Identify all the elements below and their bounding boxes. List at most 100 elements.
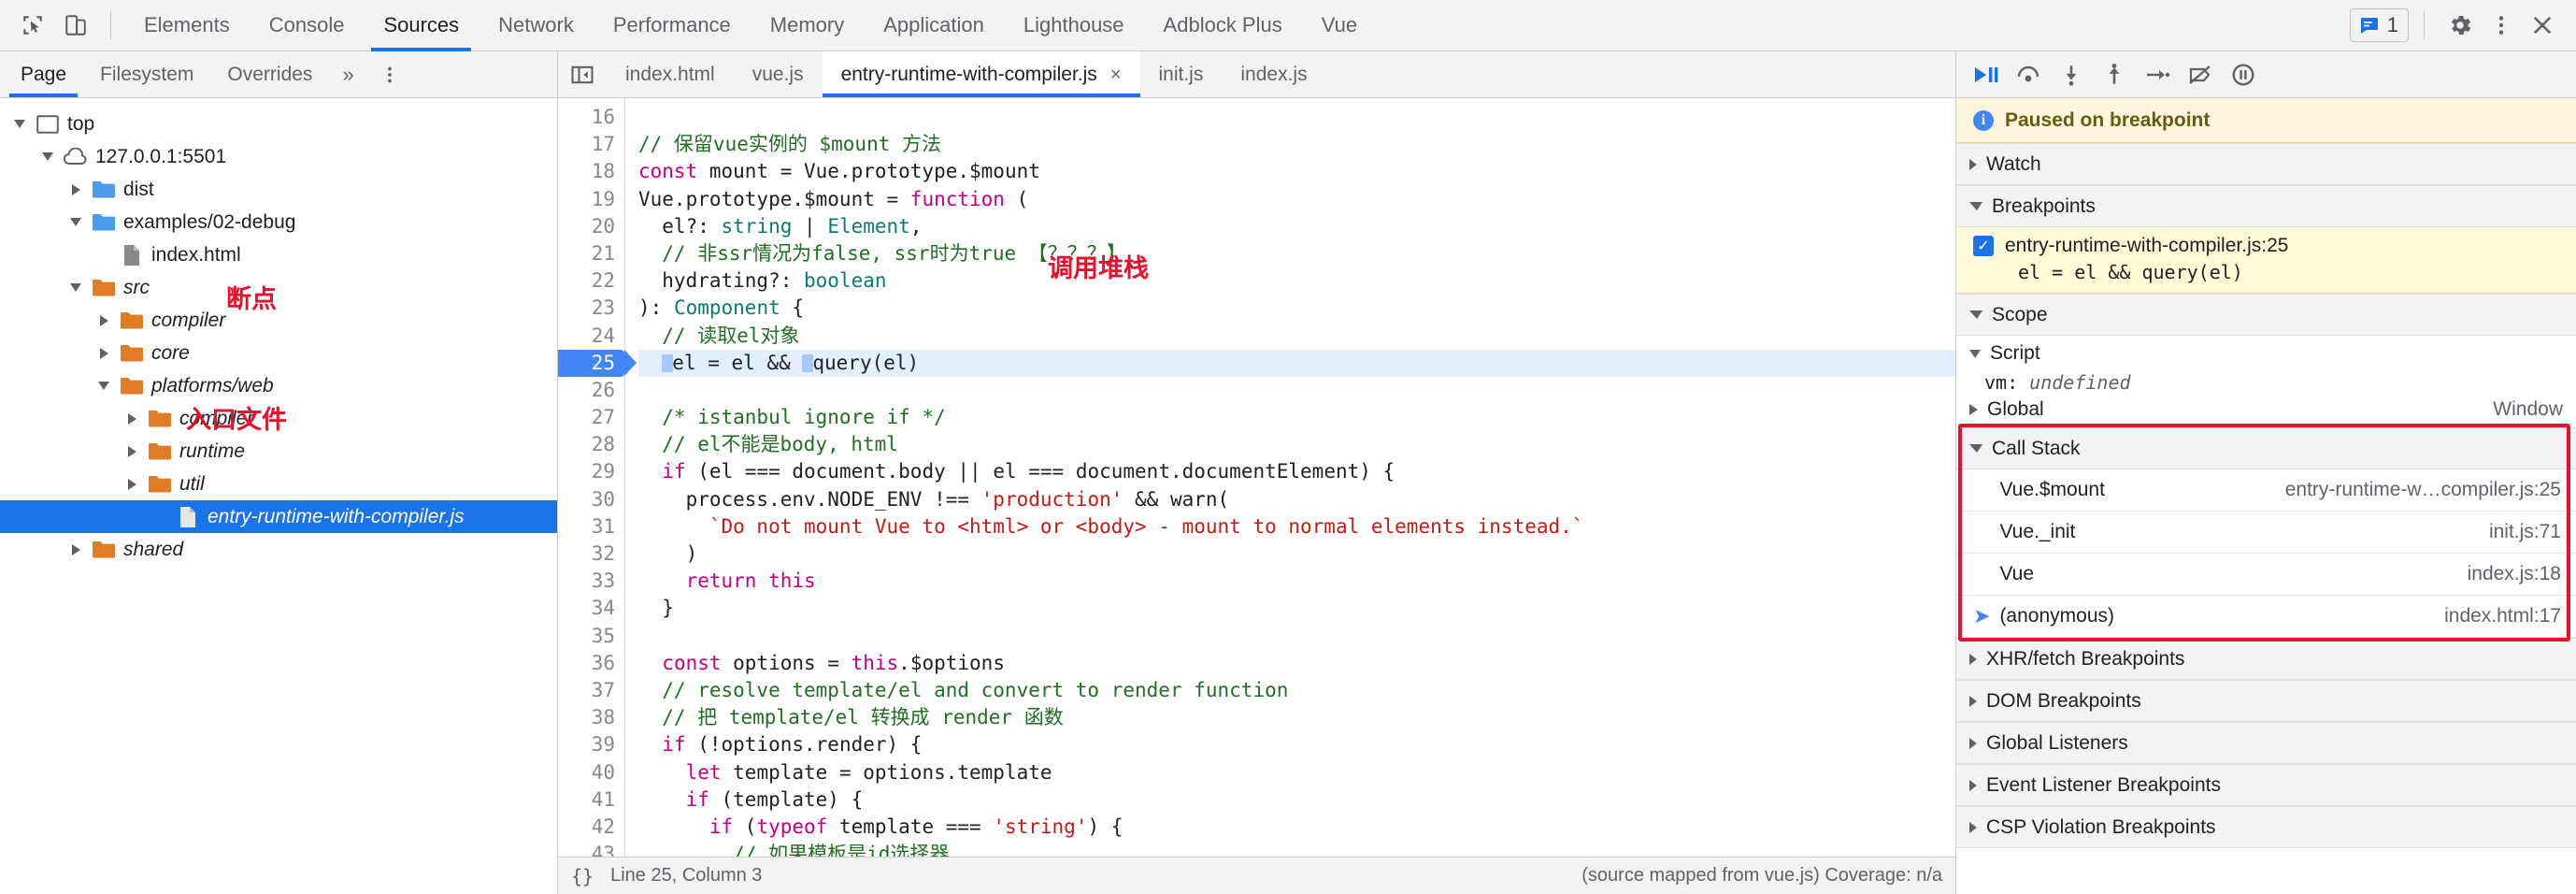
code-line[interactable]: if (typeof template === 'string') { <box>638 814 1955 841</box>
code-line[interactable]: const options = this.$options <box>638 650 1955 677</box>
line-number-gutter[interactable]: 16 17 18 19 20 21 22 23 24 25 26 27 28 29 30 31 32 33 34 35… <box>558 98 637 857</box>
call-stack-frame[interactable]: ➤ Vue index.js:18 <box>1956 554 2576 596</box>
chevron-right-icon[interactable] <box>120 445 144 457</box>
line-number[interactable]: 20 <box>558 213 624 240</box>
line-number[interactable]: 36 <box>558 650 624 677</box>
nav-tab-page[interactable]: Page <box>4 51 83 97</box>
tab-performance[interactable]: Performance <box>594 0 751 51</box>
line-number[interactable]: 34 <box>558 595 624 622</box>
chevron-right-icon[interactable] <box>92 347 116 359</box>
line-number[interactable]: 17 <box>558 131 624 158</box>
nav-more-tabs-icon[interactable]: » <box>329 51 366 97</box>
close-icon[interactable] <box>2522 5 2563 46</box>
line-number[interactable]: 38 <box>558 704 624 731</box>
chevron-right-icon[interactable] <box>64 183 88 195</box>
collapse-sidebar-icon[interactable] <box>558 51 607 97</box>
section-csp-violation-breakpoints[interactable]: CSP Violation Breakpoints <box>1956 806 2576 848</box>
editor-tab-entry-runtime-with-compiler-js[interactable]: entry-runtime-with-compiler.js × <box>822 51 1140 97</box>
line-number[interactable]: 23 <box>558 295 624 322</box>
code-line[interactable]: // resolve template/el and convert to re… <box>638 677 1955 704</box>
section-xhr-fetch-breakpoints[interactable]: XHR/fetch Breakpoints <box>1956 638 2576 680</box>
line-number[interactable]: 24 <box>558 323 624 350</box>
tree-item-top[interactable]: top <box>0 108 557 140</box>
navigator-kebab-menu-icon[interactable] <box>371 51 408 97</box>
step-into-icon[interactable] <box>2050 54 2093 95</box>
editor-tab-init-js[interactable]: init.js <box>1140 51 1223 97</box>
code-line[interactable]: if (!options.render) { <box>638 731 1955 758</box>
chevron-right-icon[interactable] <box>120 412 144 425</box>
call-stack-frame[interactable]: ➤ Vue._init init.js:71 <box>1956 512 2576 554</box>
code-line[interactable]: // 非ssr情况为false, ssr时为true 【？？？】 <box>638 240 1955 267</box>
tab-vue[interactable]: Vue <box>1302 0 1377 51</box>
scope-global-row[interactable]: Global Window <box>1956 394 2576 425</box>
tab-sources[interactable]: Sources <box>364 0 479 51</box>
chevron-right-icon[interactable] <box>120 478 144 490</box>
code-line[interactable]: if (el === document.body || el === docum… <box>638 458 1955 485</box>
code-line[interactable] <box>638 104 1955 131</box>
tree-item-examples-02-debug[interactable]: examples/02-debug <box>0 206 557 238</box>
chevron-down-icon[interactable] <box>36 152 60 161</box>
line-number[interactable]: 32 <box>558 541 624 568</box>
line-number[interactable]: 39 <box>558 731 624 758</box>
line-number[interactable]: 22 <box>558 267 624 295</box>
chevron-down-icon[interactable] <box>64 283 88 292</box>
play-pause-icon[interactable] <box>1964 54 2007 95</box>
code-area[interactable]: 16 17 18 19 20 21 22 23 24 25 26 27 28 29 30 31 32 33 34 35… <box>558 98 1955 857</box>
line-number[interactable]: 18 <box>558 158 624 185</box>
tree-item-index-html[interactable]: index.html <box>0 238 557 271</box>
chevron-down-icon[interactable] <box>64 218 88 226</box>
code-line[interactable]: `Do not mount Vue to <html> or <body> - … <box>638 513 1955 541</box>
section-global-listeners[interactable]: Global Listeners <box>1956 722 2576 764</box>
source-code-lines[interactable]: // 保留vue实例的 $mount 方法 const mount = Vue.p… <box>625 98 1955 857</box>
watch-section-header[interactable]: Watch <box>1956 143 2576 185</box>
code-line[interactable] <box>638 377 1955 404</box>
chevron-right-icon[interactable] <box>64 543 88 555</box>
code-line[interactable]: // 保留vue实例的 $mount 方法 <box>638 131 1955 158</box>
tree-item-compiler[interactable]: compiler <box>0 304 557 337</box>
line-number[interactable]: 35 <box>558 623 624 650</box>
line-number[interactable]: 31 <box>558 513 624 541</box>
code-line[interactable]: // 如果模板是id选择器 <box>638 841 1955 857</box>
code-line[interactable]: return this <box>638 568 1955 595</box>
scope-script-row[interactable]: Script <box>1956 336 2576 371</box>
code-line[interactable]: const mount = Vue.prototype.$mount <box>638 158 1955 185</box>
scope-section-header[interactable]: Scope <box>1956 294 2576 336</box>
deactivate-breakpoints-icon[interactable] <box>2179 54 2222 95</box>
call-stack-frame[interactable]: ➤ Vue.$mount entry-runtime-w…compiler.js:2… <box>1956 469 2576 512</box>
line-number[interactable]: 19 <box>558 186 624 213</box>
tree-item-dist[interactable]: dist <box>0 173 557 206</box>
tab-adblock-plus[interactable]: Adblock Plus <box>1144 0 1302 51</box>
code-line[interactable]: ): Component { <box>638 295 1955 322</box>
tree-item-127-0-0-1-5501[interactable]: 127.0.0.1:5501 <box>0 140 557 173</box>
line-number[interactable]: 26 <box>558 377 624 404</box>
nav-tab-overrides[interactable]: Overrides <box>210 51 329 97</box>
line-number[interactable]: 41 <box>558 786 624 814</box>
step-out-icon[interactable] <box>2093 54 2136 95</box>
code-line[interactable]: let template = options.template <box>638 759 1955 786</box>
code-line[interactable]: el?: string | Element, <box>638 213 1955 240</box>
device-toolbar-icon[interactable] <box>54 5 97 46</box>
code-line[interactable]: if (template) { <box>638 786 1955 814</box>
tree-item-entry-runtime-with-compiler-js[interactable]: entry-runtime-with-compiler.js <box>0 500 557 533</box>
step-icon[interactable] <box>2136 54 2179 95</box>
line-number[interactable]: 16 <box>558 104 624 131</box>
section-dom-breakpoints[interactable]: DOM Breakpoints <box>1956 680 2576 722</box>
line-number[interactable]: 21 <box>558 240 624 267</box>
code-line[interactable]: } <box>638 595 1955 622</box>
code-line[interactable]: Vue.prototype.$mount = function ( <box>638 186 1955 213</box>
editor-tab-index-html[interactable]: index.html <box>607 51 734 97</box>
tab-application[interactable]: Application <box>864 0 1004 51</box>
line-number[interactable]: 37 <box>558 677 624 704</box>
call-stack-section-header[interactable]: Call Stack <box>1956 427 2576 469</box>
console-message-badge[interactable]: 1 <box>2349 8 2409 42</box>
line-number[interactable]: 30 <box>558 486 624 513</box>
line-number[interactable]: 28 <box>558 431 624 458</box>
section-event-listener-breakpoints[interactable]: Event Listener Breakpoints <box>1956 764 2576 806</box>
tree-item-core[interactable]: core <box>0 337 557 369</box>
pretty-print-icon[interactable]: {} <box>571 865 594 887</box>
code-line[interactable]: // 把 template/el 转换成 render 函数 <box>638 704 1955 731</box>
line-number[interactable]: 43 <box>558 841 624 857</box>
pause-on-exceptions-icon[interactable] <box>2222 54 2265 95</box>
breakpoint-item[interactable]: ✓ entry-runtime-with-compiler.js:25 el =… <box>1956 227 2576 294</box>
line-number[interactable]: 25 <box>558 349 637 377</box>
